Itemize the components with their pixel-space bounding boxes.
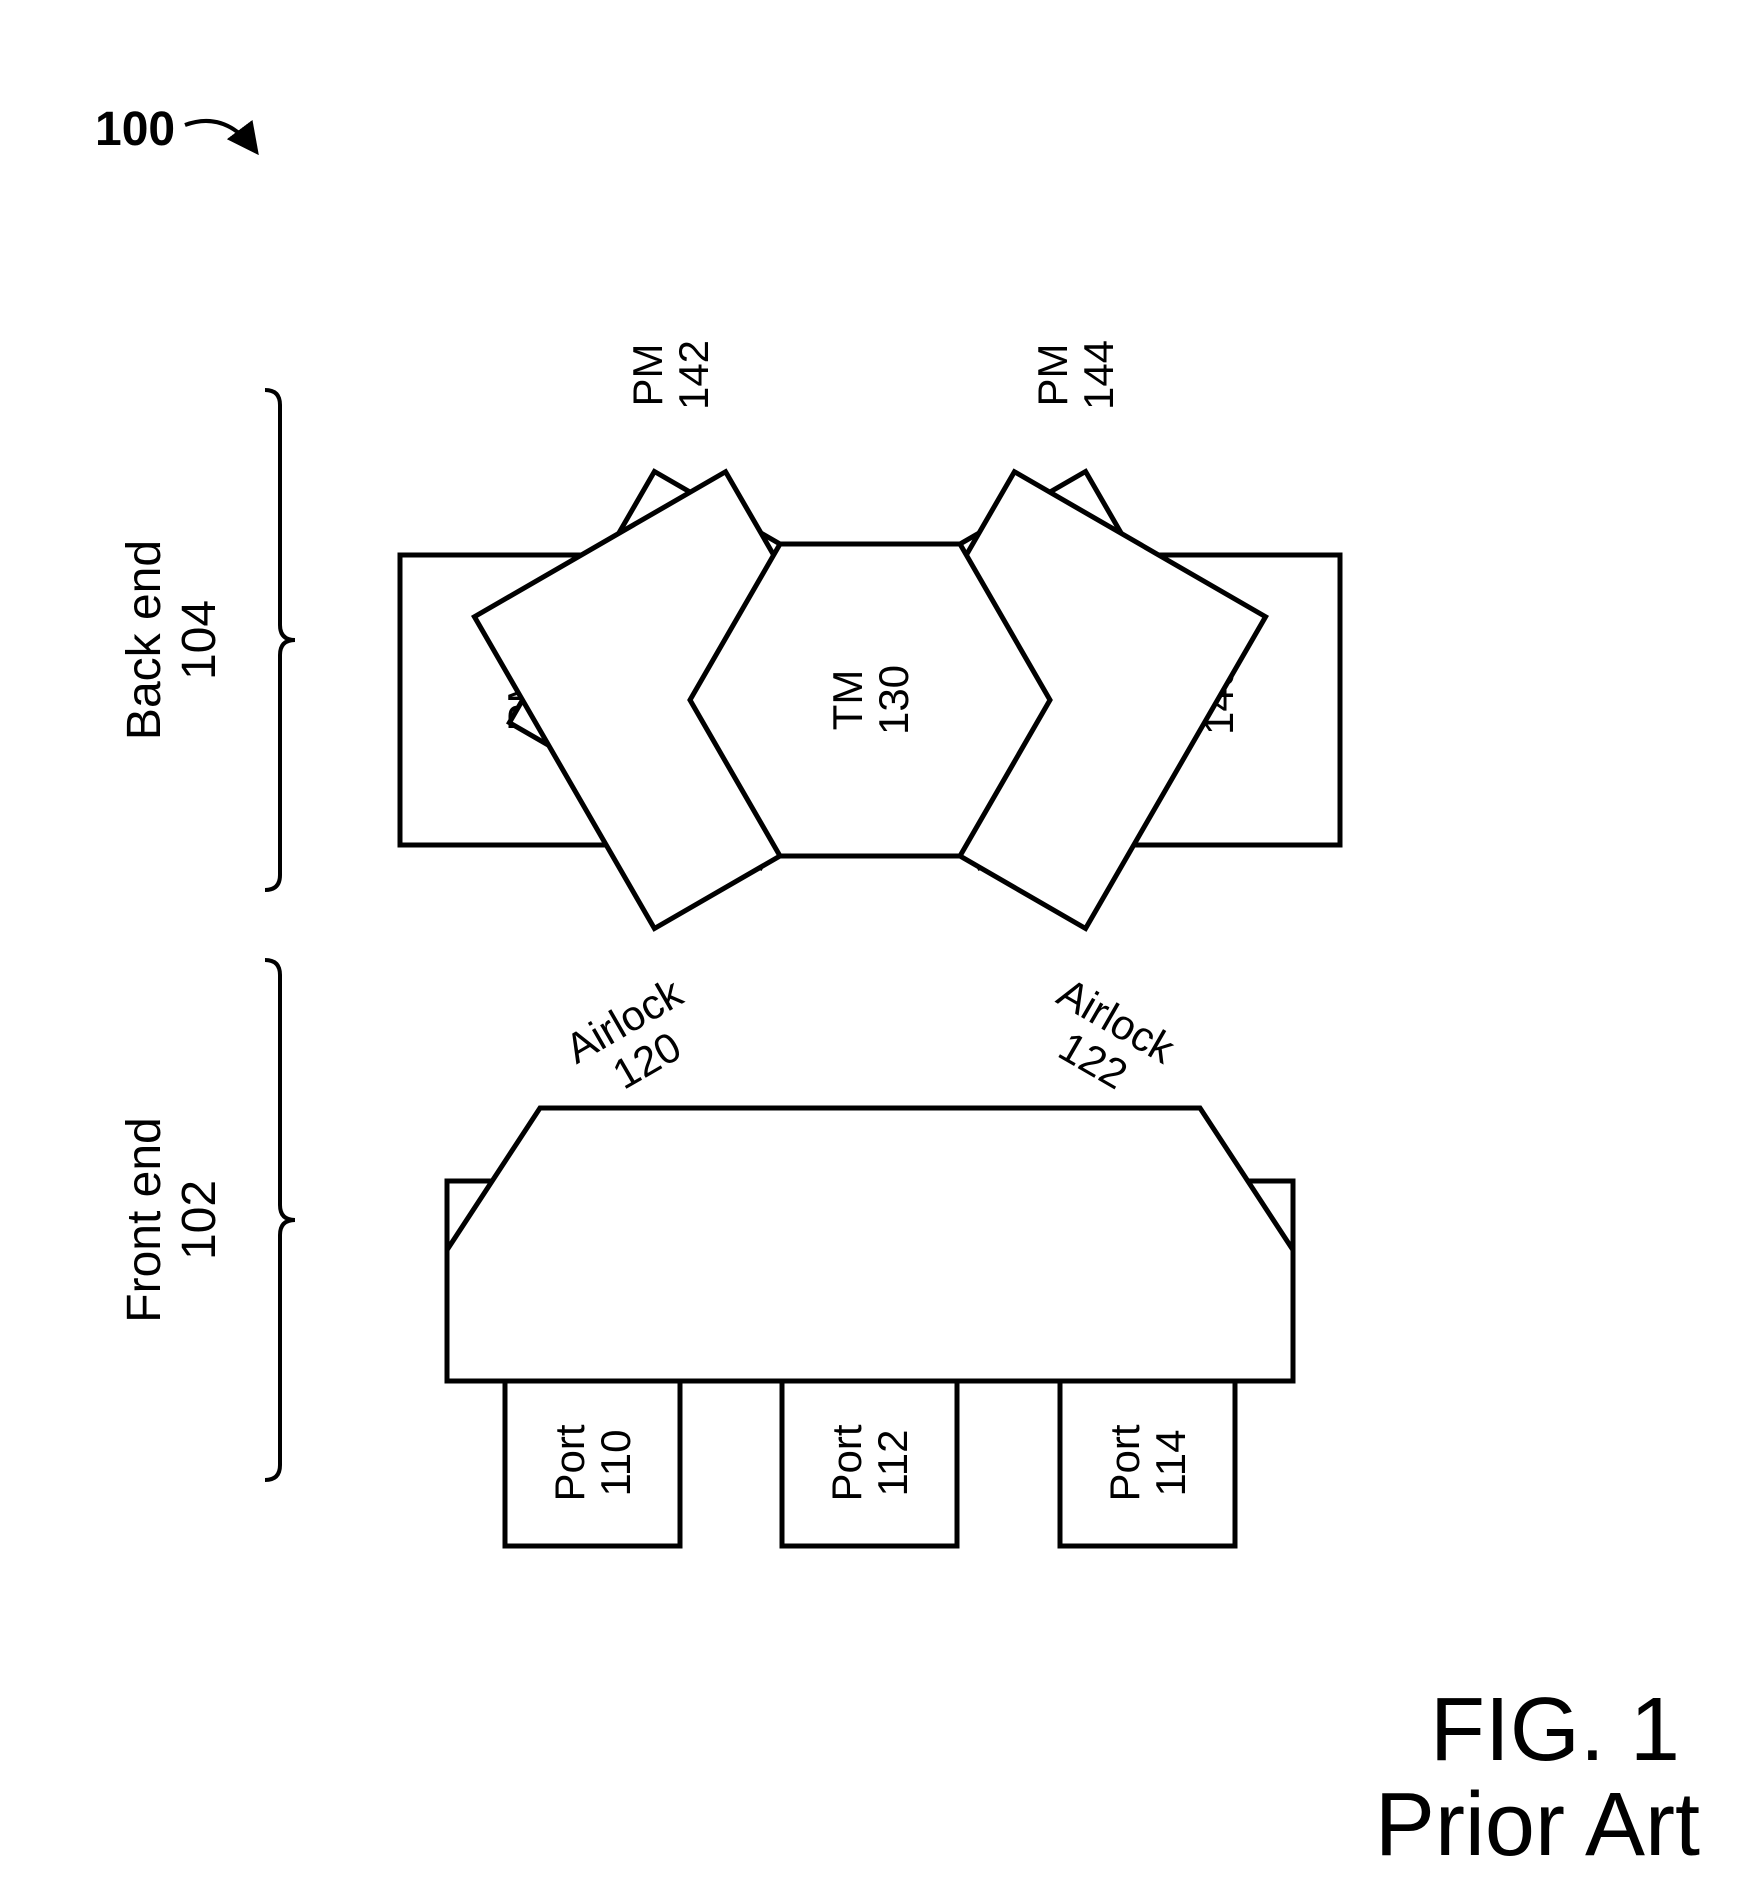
front-end-num: 102 <box>173 1180 226 1260</box>
back-end-label: Back end <box>118 540 171 740</box>
front-end-trapezoid <box>447 1108 1293 1381</box>
pm-142-label: PM <box>624 344 671 407</box>
port-114-label: Port <box>1101 1424 1148 1501</box>
pm-144-num: 144 <box>1075 340 1122 410</box>
tm-num: 130 <box>870 665 917 735</box>
port-112-num: 112 <box>869 1430 916 1497</box>
front-end-label: Front end <box>118 1117 171 1322</box>
port-110-num: 110 <box>592 1430 639 1497</box>
port-110-label: Port <box>546 1424 593 1501</box>
cluster-tool: PM 140 PM 142 PM 144 PM 146 Airl <box>400 340 1340 1546</box>
port-112-label: Port <box>823 1424 870 1501</box>
back-end-brace: Back end 104 <box>118 390 295 890</box>
figure-1-diagram: 100 Back end 104 Front end 102 PM 140 <box>0 0 1741 1881</box>
front-end-brace: Front end 102 <box>118 960 295 1480</box>
back-end-num: 104 <box>173 600 226 680</box>
figure-ref-arrow <box>185 121 255 150</box>
figure-caption-line2: Prior Art <box>1375 1775 1700 1875</box>
tm-label: TM <box>824 670 871 731</box>
figure-ref-number: 100 <box>95 103 175 156</box>
figure-caption-line1: FIG. 1 <box>1430 1680 1680 1780</box>
pm-144-label: PM <box>1029 344 1076 407</box>
pm-142-num: 142 <box>670 340 717 410</box>
port-114-num: 114 <box>1147 1430 1194 1497</box>
